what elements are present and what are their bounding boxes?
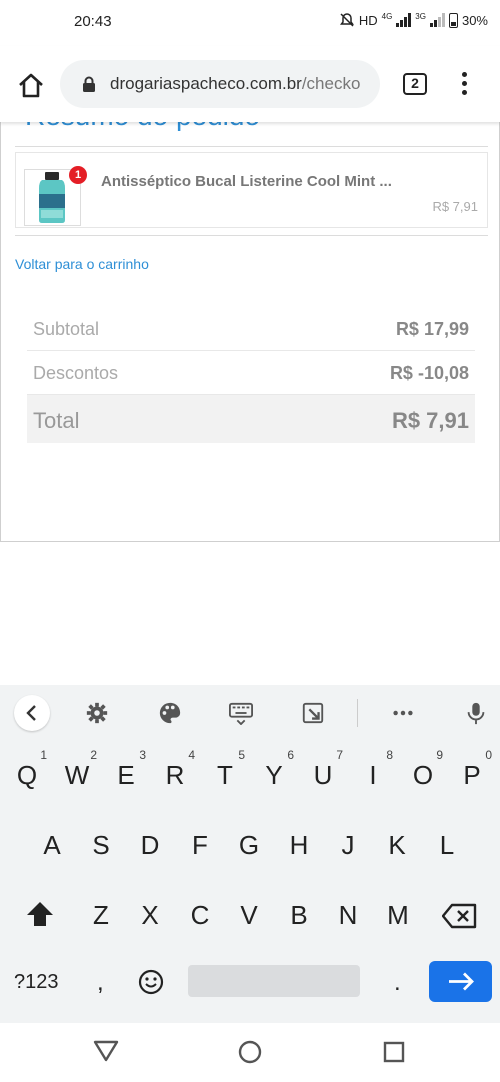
divider: [15, 235, 488, 236]
home-icon[interactable]: [16, 70, 46, 100]
url-bar[interactable]: drogariaspacheco.com.br/checko: [60, 60, 380, 108]
discount-value: R$ -10,08: [389, 363, 469, 383]
keyboard-collapse-button[interactable]: [14, 695, 50, 731]
url-path: /checko: [301, 74, 361, 93]
signal-2-icon: [429, 13, 445, 27]
key-c[interactable]: C: [178, 900, 222, 931]
overflow-menu-icon[interactable]: [457, 72, 471, 98]
key-z[interactable]: Z: [79, 900, 123, 931]
key-u[interactable]: U7: [301, 748, 345, 791]
section-title: Resumo do pedido: [25, 122, 260, 132]
on-screen-keyboard: Q1 W2 E3 R4 T5 Y6 U7 I8 O9 P0 A S D F G …: [0, 685, 500, 1023]
key-t[interactable]: T5: [203, 748, 247, 791]
subtotal-label: Subtotal: [33, 319, 100, 339]
nav-home-icon[interactable]: [237, 1039, 263, 1065]
emoji-icon[interactable]: [137, 968, 165, 996]
key-r[interactable]: R4: [153, 748, 197, 791]
symbols-key[interactable]: ?123: [14, 971, 59, 994]
status-bar: 20:43 HD 4G 3G 30%: [0, 0, 500, 46]
key-q[interactable]: Q1: [5, 748, 49, 791]
key-e[interactable]: E3: [104, 748, 148, 791]
key-g[interactable]: G: [227, 830, 271, 861]
key-a[interactable]: A: [30, 830, 74, 861]
nav-recents-icon[interactable]: [382, 1040, 406, 1064]
url-domain: drogariaspacheco.com.br: [110, 74, 302, 93]
discount-row: Descontos R$ -10,08: [27, 351, 475, 395]
key-b[interactable]: B: [277, 900, 321, 931]
arrow-right-icon: [449, 972, 474, 991]
subtotal-row: Subtotal R$ 17,99: [27, 307, 475, 351]
item-name[interactable]: Antisséptico Bucal Listerine Cool Mint .…: [101, 173, 392, 190]
nav-back-icon[interactable]: [92, 1039, 120, 1063]
key-x[interactable]: X: [128, 900, 172, 931]
battery-icon: [448, 12, 458, 28]
key-i[interactable]: I8: [351, 748, 395, 791]
key-v[interactable]: V: [227, 900, 271, 931]
key-s[interactable]: S: [79, 830, 123, 861]
order-summary-panel: Resumo do pedido 1 Antisséptico Bucal Li…: [0, 122, 500, 542]
key-y[interactable]: Y6: [252, 748, 296, 791]
key-f[interactable]: F: [178, 830, 222, 861]
total-value: R$ 7,91: [391, 408, 469, 433]
toolbar-divider: [357, 699, 358, 727]
shift-icon[interactable]: [25, 900, 55, 928]
subtotal-value: R$ 17,99: [395, 319, 469, 339]
microphone-icon[interactable]: [463, 701, 489, 725]
tab-switcher-button[interactable]: 2: [403, 73, 427, 95]
one-handed-mode-icon[interactable]: [300, 701, 326, 725]
key-l[interactable]: L: [425, 830, 469, 861]
network-3g-label: 3G: [415, 12, 426, 21]
status-icons: HD 4G 3G 30%: [339, 12, 488, 28]
signal-icon: [396, 13, 412, 27]
key-m[interactable]: M: [376, 900, 420, 931]
cart-item: 1 Antisséptico Bucal Listerine Cool Mint…: [15, 152, 488, 228]
key-comma[interactable]: ,: [97, 969, 104, 997]
item-price: R$ 7,91: [432, 199, 478, 214]
key-h[interactable]: H: [277, 830, 321, 861]
key-n[interactable]: N: [326, 900, 370, 931]
key-period[interactable]: .: [394, 969, 401, 997]
backspace-icon[interactable]: [442, 903, 478, 929]
divider: [15, 146, 488, 147]
keyboard-toolbar: [0, 685, 500, 741]
url-text[interactable]: drogariaspacheco.com.br/checko: [110, 74, 375, 94]
theme-palette-icon[interactable]: [157, 701, 183, 725]
browser-toolbar: drogariaspacheco.com.br/checko 2: [0, 46, 500, 122]
key-k[interactable]: K: [375, 830, 419, 861]
system-navigation-bar: [0, 1023, 500, 1082]
network-hd-label: HD: [358, 12, 378, 28]
chevron-left-icon: [26, 705, 36, 721]
lock-icon: [83, 76, 95, 92]
keyboard-layout-icon[interactable]: [228, 701, 254, 725]
enter-key[interactable]: [429, 961, 492, 1002]
battery-percent: 30%: [461, 12, 488, 28]
quantity-badge: 1: [69, 166, 87, 184]
more-options-icon[interactable]: [390, 701, 416, 725]
key-w[interactable]: W2: [55, 748, 99, 791]
network-4g-label: 4G: [381, 12, 393, 21]
space-bar[interactable]: [188, 965, 360, 997]
status-time: 20:43: [74, 13, 112, 30]
total-row: Total R$ 7,91: [27, 395, 475, 443]
key-d[interactable]: D: [128, 830, 172, 861]
mute-icon: [339, 13, 354, 27]
discount-label: Descontos: [33, 363, 119, 383]
key-j[interactable]: J: [326, 830, 370, 861]
back-to-cart-link[interactable]: Voltar para o carrinho: [15, 256, 149, 272]
settings-gear-icon[interactable]: [84, 701, 110, 725]
key-p[interactable]: P0: [450, 748, 494, 791]
total-label: Total: [33, 408, 80, 433]
key-o[interactable]: O9: [401, 748, 445, 791]
